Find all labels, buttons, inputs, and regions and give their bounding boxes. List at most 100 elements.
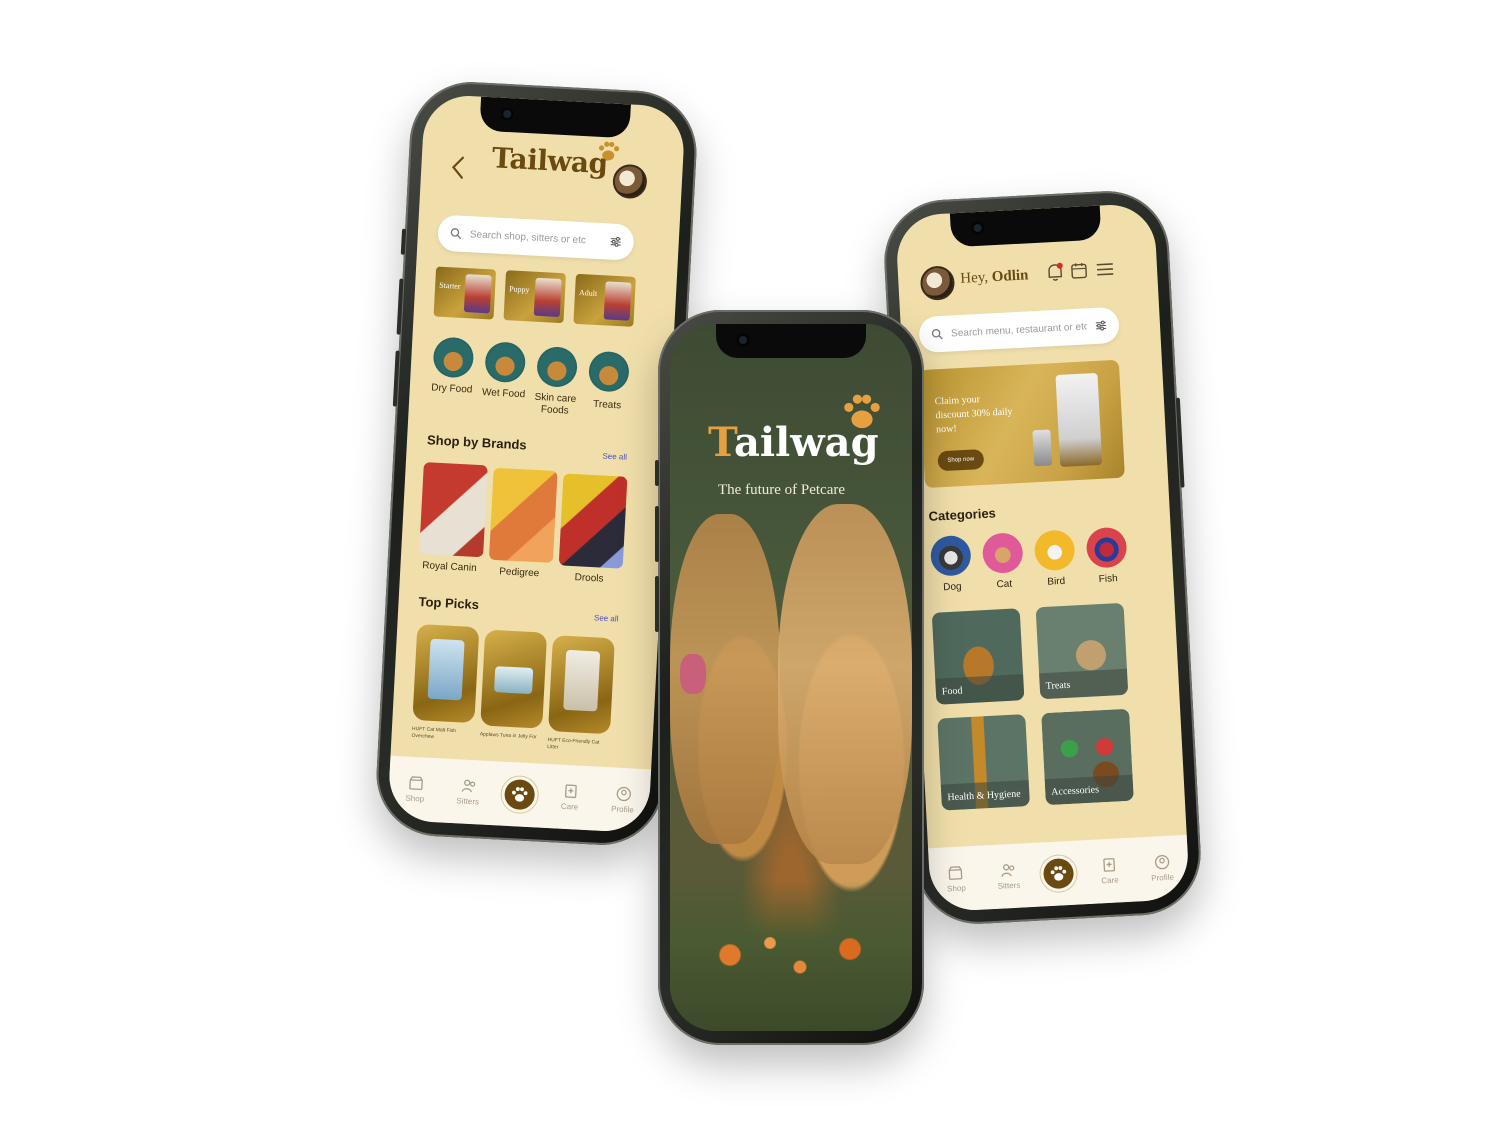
mute-switch [400,228,407,255]
nav-profile[interactable]: Profile [602,785,643,815]
stage-card-adult[interactable]: Adult [573,273,636,327]
paw-icon [598,141,620,161]
category-treats-label: Treats [592,398,622,412]
tile-label: Treats [1039,668,1129,700]
top-pick-card[interactable] [412,623,480,724]
search-icon [931,329,943,340]
nav-label: Shop [946,883,967,894]
brand-label-royal-canin: Royal Canin [421,560,477,575]
nav-label: Shop [405,793,425,804]
stage-label: Puppy [508,284,530,295]
brand-label-drools: Drools [574,572,604,585]
pet-bird-image[interactable] [1033,529,1076,572]
flower-petals [690,931,890,991]
tile-health-hygiene[interactable]: Health & Hygiene [937,714,1030,811]
brand-card-royal-canin[interactable] [419,462,488,558]
shop-now-button[interactable]: Shop now [937,448,985,472]
search-input[interactable] [469,228,603,247]
tile-label: Accessories [1044,774,1134,806]
tile-food[interactable]: Food [931,608,1025,705]
see-all-picks-link[interactable]: See all [594,613,619,623]
notification-dot [1056,262,1063,269]
pet-cat-label: Cat [996,578,1013,591]
category-skin-care-image[interactable] [536,345,579,388]
section-title-brands: Shop by Brands [426,432,528,453]
tile-treats[interactable]: Treats [1035,602,1129,700]
tagline: The future of Petcare [718,482,846,498]
paw-icon [511,787,527,802]
nav-sitters[interactable]: Sitters [448,777,489,807]
mute-switch [655,460,659,486]
pet-cat-image[interactable] [981,532,1024,575]
shop-screen: Tailwag Search shop, sitters or etc Star… [387,93,686,834]
category-treats-image[interactable] [587,350,630,393]
search-bar [918,306,1120,354]
greeting-prefix: Hey, [959,269,993,287]
pet-fish-label: Fish [1098,573,1118,586]
promo-text: Claim your discount 30% daily now! [934,394,1013,436]
search-bar [437,214,635,261]
nav-shop[interactable]: Shop [935,864,976,894]
nav-care[interactable]: Care [1089,856,1130,886]
nav-shop[interactable]: Shop [395,774,436,804]
user-name: Odlin [991,267,1029,286]
section-title-categories: Categories [928,505,997,524]
nav-sitters[interactable]: Sitters [988,861,1029,891]
shop-icon [408,776,423,791]
stage-card-starter[interactable]: Starter [433,266,497,320]
search-icon [450,228,462,240]
promo-banner: Claim your discount 30% daily now! Shop … [919,359,1125,489]
top-pick-card[interactable] [548,635,615,735]
top-pick-caption: Applaws Tuna in Jelly For [479,731,537,741]
brand-first-letter: T [708,419,734,466]
stage-card-puppy[interactable]: Puppy [503,270,566,324]
paw-icon [1051,866,1067,881]
bottom-nav: Shop Sitters Care Profile [928,834,1191,913]
category-wet-food-label: Wet Food [481,387,526,401]
filter-icon[interactable] [609,236,622,249]
brand-card-drools[interactable] [558,473,628,569]
top-pick-card[interactable] [480,629,548,729]
category-dry-food-label: Dry Food [430,382,473,396]
category-wet-food-image[interactable] [484,341,527,384]
back-arrow-icon[interactable] [447,153,470,182]
puppy-tongue [680,654,706,694]
brand-label-pedigree: Pedigree [498,566,540,580]
pet-bird-label: Bird [1047,575,1066,588]
menu-icon[interactable] [1096,262,1115,277]
nav-label: Sitters [456,796,480,807]
volume-down-button [655,576,659,632]
care-icon [564,784,577,799]
category-skin-care-label: Skin care Foods [534,391,577,417]
tile-accessories[interactable]: Accessories [1041,708,1134,806]
paw-nav-button[interactable] [500,775,539,814]
nav-label: Care [560,801,579,812]
promo-product-can [1032,429,1053,467]
search-input[interactable] [950,320,1088,339]
filter-icon[interactable] [1095,319,1108,332]
bottom-nav: Shop Sitters Care Profile [387,755,652,834]
paw-nav-button[interactable] [1040,854,1078,893]
greeting: Hey, Odlin [960,267,1029,288]
notch [949,205,1101,248]
bell-icon[interactable] [1046,261,1065,282]
nav-label: Profile [610,804,635,815]
category-dry-food-image[interactable] [432,336,475,379]
brand-card-pedigree[interactable] [488,467,558,563]
nav-profile[interactable]: Profile [1141,853,1182,883]
profile-icon [616,786,631,802]
pet-dog-image[interactable] [929,534,972,577]
user-avatar[interactable] [612,163,648,200]
puppy-right [778,504,912,864]
nav-care[interactable]: Care [549,782,590,812]
see-all-brands-link[interactable]: See all [602,451,627,461]
pet-fish-image[interactable] [1085,526,1128,569]
power-button [1175,397,1185,488]
calendar-icon[interactable] [1070,261,1089,280]
stage-label: Adult [578,287,598,298]
paw-icon [844,394,880,429]
user-avatar[interactable] [919,265,956,301]
promo-product-bag [1055,372,1103,467]
tile-label: Food [935,674,1025,705]
stage-label: Starter [438,280,461,291]
